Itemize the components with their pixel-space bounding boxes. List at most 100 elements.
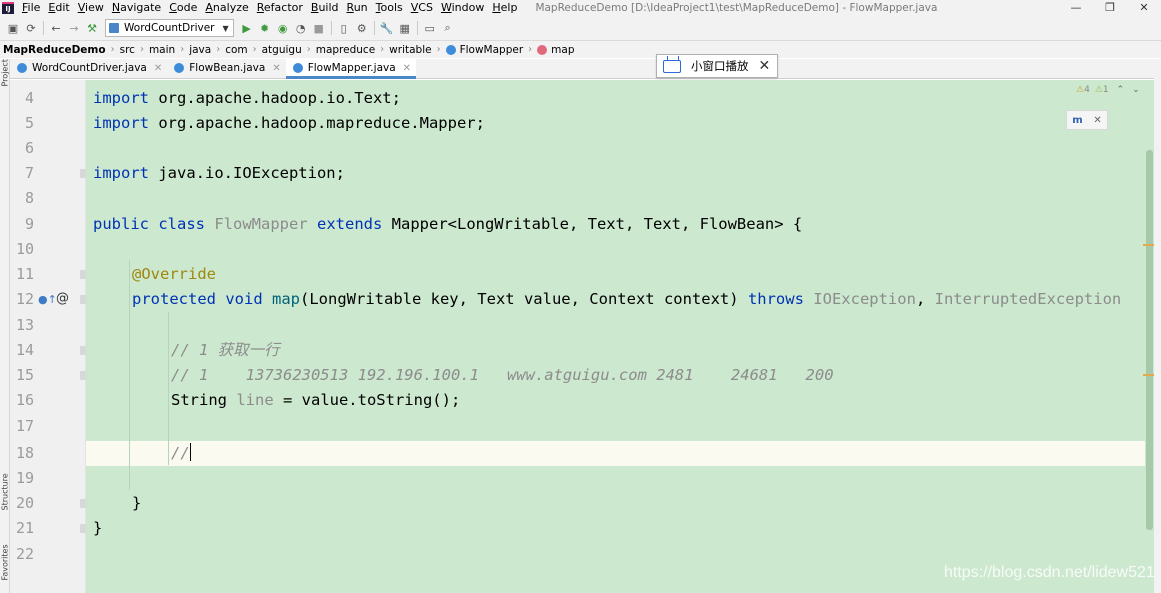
warning-stripe-marker[interactable]: [1143, 374, 1154, 376]
close-icon[interactable]: ✕: [272, 63, 280, 74]
crumb-atguigu[interactable]: atguigu: [262, 44, 302, 56]
code-line-12: protected void map(LongWritable key, Tex…: [132, 290, 1122, 308]
line-number-gutter: 4 5 6 7 8 9 10 11 12 13 14 15 16 17 18 1…: [10, 80, 86, 593]
crumb-java[interactable]: java: [189, 44, 211, 56]
line-number: 7: [24, 164, 34, 182]
close-icon[interactable]: ✕: [759, 58, 771, 74]
sdk-icon[interactable]: ⚙: [353, 19, 371, 37]
toolbar-divider: [43, 21, 44, 35]
stop-icon[interactable]: ■: [310, 19, 328, 37]
restore-button[interactable]: ❐: [1093, 0, 1127, 16]
line-number: 5: [24, 114, 34, 132]
maven-reload-popup[interactable]: m ✕: [1066, 110, 1108, 130]
scrollbar-thumb[interactable]: [1146, 150, 1153, 530]
line-number: 20: [15, 494, 34, 512]
menu-file[interactable]: File: [18, 0, 44, 16]
code-text-area[interactable]: import org.apache.hadoop.io.Text; import…: [86, 80, 1161, 593]
crumb-class-label: FlowMapper: [459, 43, 524, 56]
crumb-src[interactable]: src: [120, 44, 135, 56]
run-icon[interactable]: ▶: [238, 19, 256, 37]
warning-icon: ⚠: [1076, 85, 1085, 95]
menu-edit[interactable]: Edit: [44, 0, 73, 16]
favorites-tool-button[interactable]: Favorites: [1, 544, 10, 580]
menu-analyze[interactable]: Analyze: [201, 0, 252, 16]
crumb-com[interactable]: com: [225, 44, 247, 56]
implements-method-icon[interactable]: ●↑: [38, 293, 57, 306]
override-marker-icon[interactable]: @: [56, 291, 69, 306]
frame-icon[interactable]: ▭: [421, 19, 439, 37]
wrench-icon[interactable]: 🔧: [378, 19, 396, 37]
close-window-button[interactable]: ✕: [1127, 0, 1161, 16]
chevron-down-icon[interactable]: ⌄: [1132, 85, 1140, 95]
mini-window-popup[interactable]: 小窗口播放 ✕: [656, 54, 778, 78]
intellij-logo-icon: IJ: [2, 2, 14, 14]
menu-help[interactable]: Help: [488, 0, 521, 16]
line-number: 6: [24, 139, 34, 157]
crumb-writable[interactable]: writable: [389, 44, 431, 56]
code-line-21: }: [93, 519, 103, 537]
mini-window-label: 小窗口播放: [691, 59, 749, 73]
device-icon[interactable]: ▯: [335, 19, 353, 37]
structure-tool-button[interactable]: Structure: [1, 473, 10, 510]
coverage-icon[interactable]: ◉: [274, 19, 292, 37]
project-tool-button[interactable]: Project: [1, 59, 10, 86]
watermark: https://blog.csdn.net/lidew521: [944, 564, 1155, 581]
menu-bar: IJ File Edit View Navigate Code Analyze …: [0, 0, 1161, 16]
code-editor[interactable]: 4 5 6 7 8 9 10 11 12 13 14 15 16 17 18 1…: [10, 80, 1161, 593]
tv-icon: [663, 59, 681, 73]
inspection-widget[interactable]: ⚠ 4 ⚠ 1 ⌃ ⌄: [1076, 84, 1140, 96]
project-structure-icon[interactable]: ▦: [396, 19, 414, 37]
tab-wordcountdriver[interactable]: WordCountDriver.java ✕: [10, 58, 167, 78]
maven-reload-icon[interactable]: m: [1072, 115, 1082, 126]
search-icon[interactable]: ⌕: [439, 19, 457, 37]
toolbar-divider: [373, 21, 375, 35]
menu-view[interactable]: View: [74, 0, 108, 16]
profile-icon[interactable]: ◔: [292, 19, 310, 37]
weak-warning-count: 1: [1102, 85, 1109, 95]
menu-window[interactable]: Window: [437, 0, 488, 16]
close-icon[interactable]: ✕: [1093, 115, 1101, 126]
code-line-15: // 1 13736230513 192.196.100.1 www.atgui…: [171, 366, 834, 384]
menu-build[interactable]: Build: [307, 0, 343, 16]
debug-icon[interactable]: ✹: [256, 19, 274, 37]
indent-guide: [129, 260, 130, 490]
menu-run[interactable]: Run: [343, 0, 372, 16]
crumb-class[interactable]: FlowMapper: [445, 43, 524, 56]
run-config-select[interactable]: WordCountDriver ▼: [105, 19, 234, 37]
crumb-method[interactable]: map: [537, 44, 575, 56]
class-icon: [292, 63, 303, 73]
build-hammer-icon[interactable]: ⚒: [83, 19, 101, 37]
crumb-main[interactable]: main: [149, 44, 175, 56]
run-config-label: WordCountDriver: [124, 22, 215, 34]
save-all-icon[interactable]: ▣: [4, 19, 22, 37]
code-line-9: public class FlowMapper extends Mapper<L…: [93, 215, 803, 233]
code-line-18: //: [171, 443, 192, 462]
tab-label: FlowMapper.java: [307, 62, 396, 74]
tab-flowmapper[interactable]: FlowMapper.java ✕: [285, 58, 417, 79]
minimize-button[interactable]: —: [1059, 0, 1093, 16]
menu-tools[interactable]: Tools: [372, 0, 407, 16]
line-number: 10: [15, 240, 34, 258]
line-number: 4: [24, 89, 34, 107]
toolbar-divider: [416, 21, 418, 35]
menu-navigate[interactable]: Navigate: [108, 0, 165, 16]
tab-flowbean[interactable]: FlowBean.java ✕: [167, 58, 285, 78]
tab-label: WordCountDriver.java: [32, 62, 147, 74]
line-number: 21: [15, 519, 34, 537]
forward-arrow-icon[interactable]: →: [65, 19, 83, 37]
code-line-14: // 1 获取一行: [171, 341, 280, 359]
menu-refactor[interactable]: Refactor: [253, 0, 307, 16]
crumb-mapreduce[interactable]: mapreduce: [316, 44, 375, 56]
close-icon[interactable]: ✕: [403, 63, 411, 74]
chevron-up-icon[interactable]: ⌃: [1117, 85, 1125, 95]
chevron-right-icon: ›: [110, 44, 115, 55]
menu-code[interactable]: Code: [165, 0, 201, 16]
crumb-project[interactable]: MapReduceDemo: [3, 44, 106, 56]
menu-vcs[interactable]: VCS: [407, 0, 437, 16]
close-icon[interactable]: ✕: [154, 63, 162, 74]
sync-icon[interactable]: ⟳: [22, 19, 40, 37]
warning-stripe-marker[interactable]: [1143, 244, 1154, 246]
window-controls: — ❐ ✕: [1059, 0, 1161, 16]
chevron-right-icon: ›: [180, 44, 185, 55]
back-arrow-icon[interactable]: ←: [47, 19, 65, 37]
